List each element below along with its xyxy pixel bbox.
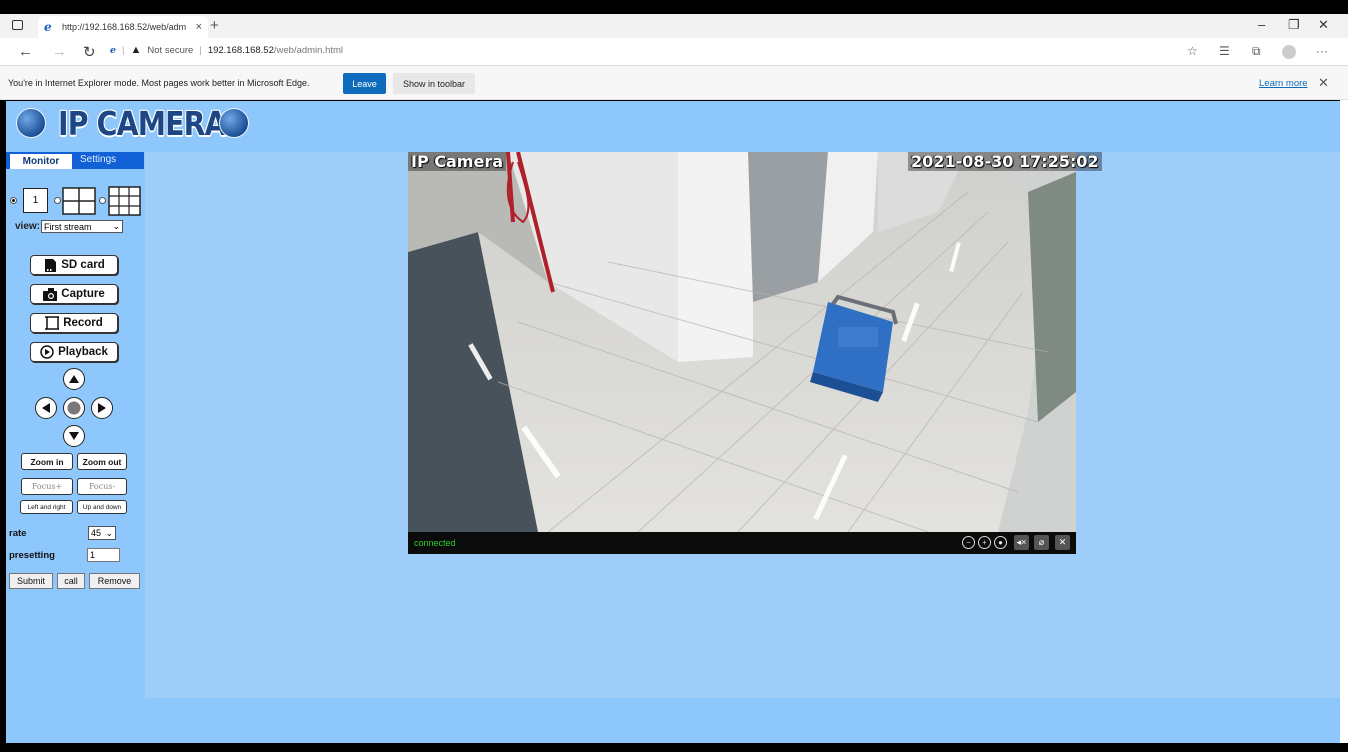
play-icon xyxy=(40,345,54,359)
focus-plus-button[interactable]: Focus+ xyxy=(21,478,73,495)
close-banner-icon[interactable]: ✕ xyxy=(1318,75,1329,91)
ptz-right-button[interactable] xyxy=(91,397,113,419)
sd-card-label: SD card xyxy=(61,259,105,271)
rate-value: 45 xyxy=(91,528,102,538)
tab-settings[interactable]: Settings xyxy=(80,154,116,165)
layout-radio-1[interactable] xyxy=(10,197,17,204)
layout-radio-9[interactable] xyxy=(99,197,106,204)
capture-label: Capture xyxy=(61,288,105,300)
refresh-icon[interactable]: ↻ xyxy=(83,43,96,61)
collections-icon[interactable]: ⧉ xyxy=(1252,44,1261,59)
new-tab-button[interactable]: + xyxy=(210,17,219,34)
focus-minus-button[interactable]: Focus- xyxy=(77,478,127,495)
arrow-right-icon xyxy=(98,403,106,413)
back-icon[interactable]: ← xyxy=(18,43,33,60)
minimize-button[interactable]: – xyxy=(1258,17,1265,32)
playback-button[interactable]: Playback xyxy=(30,342,118,362)
ie-icon: e xyxy=(44,20,52,34)
camera-image xyxy=(408,152,1076,532)
capture-button[interactable]: Capture xyxy=(30,284,118,304)
close-window-button[interactable]: ✕ xyxy=(1318,17,1329,33)
arrow-left-icon xyxy=(42,403,50,413)
ptz-stop-button[interactable] xyxy=(63,397,85,419)
tools-icon[interactable]: ✕ xyxy=(1055,535,1070,550)
address-bar: ← → ↻ e | ▲ Not secure | 192.168.168.52/… xyxy=(0,38,1348,66)
globe-icon xyxy=(16,108,46,138)
video-control-bar xyxy=(408,532,1076,554)
zoom-in-icon[interactable]: + xyxy=(978,536,991,549)
forward-icon[interactable]: → xyxy=(52,43,67,60)
view-select-value: First stream xyxy=(44,221,92,232)
osd-camera-name: IP Camera xyxy=(408,152,506,171)
more-icon[interactable]: ··· xyxy=(1316,44,1328,58)
read-aloud-icon[interactable]: ☆ xyxy=(1187,44,1198,58)
film-icon xyxy=(45,316,60,330)
profile-icon[interactable] xyxy=(1282,45,1296,59)
leave-button[interactable]: Leave xyxy=(343,73,386,94)
chevron-down-icon: ⌄ xyxy=(112,221,120,231)
call-button[interactable]: call xyxy=(57,573,85,589)
mic-off-icon[interactable]: ⌀ xyxy=(1034,535,1049,550)
rate-select[interactable]: 45 ⌄ xyxy=(88,526,116,540)
presetting-label: presetting xyxy=(9,550,55,561)
playback-label: Playback xyxy=(58,346,108,358)
ptz-up-button[interactable] xyxy=(63,368,85,390)
ie-mode-banner: You're in Internet Explorer mode. Most p… xyxy=(0,66,1348,100)
layout-single-icon[interactable]: 1 xyxy=(23,188,48,213)
top-bezel xyxy=(0,0,1348,14)
arrow-down-icon xyxy=(69,432,79,440)
left-and-right-button[interactable]: Left and right xyxy=(20,500,73,514)
ptz-down-button[interactable] xyxy=(63,425,85,447)
warning-icon: ▲ xyxy=(130,44,142,56)
url-host: 192.168.168.52 xyxy=(207,44,274,56)
url-field[interactable]: e | ▲ Not secure | 192.168.168.52/web/ad… xyxy=(110,44,343,56)
sd-card-button[interactable]: SD card xyxy=(30,255,118,275)
page-edge xyxy=(1340,100,1348,743)
video-feed[interactable] xyxy=(408,152,1076,532)
bottom-bezel xyxy=(0,743,1348,752)
show-in-toolbar-button[interactable]: Show in toolbar xyxy=(393,73,475,94)
arrow-up-icon xyxy=(69,375,79,383)
layout-radio-4[interactable] xyxy=(54,197,61,204)
layout-quad-icon[interactable] xyxy=(62,187,96,215)
sd-card-icon xyxy=(43,258,57,272)
tab-title: http://192.168.168.52/web/adm xyxy=(62,22,187,32)
browser-tab-strip: e http://192.168.168.52/web/adm × + – ❐ … xyxy=(0,14,1348,38)
favorites-icon[interactable]: ☰ xyxy=(1219,44,1230,58)
zoom-out-icon[interactable]: − xyxy=(962,536,975,549)
ie-mode-icon[interactable]: e xyxy=(110,45,116,56)
zoom-in-button[interactable]: Zoom in xyxy=(21,453,73,470)
tab-actions-icon[interactable] xyxy=(12,20,23,30)
tab-close-icon[interactable]: × xyxy=(196,21,202,33)
mute-icon[interactable]: ◂× xyxy=(1014,535,1029,550)
not-secure-label: Not secure xyxy=(147,44,194,56)
submit-button[interactable]: Submit xyxy=(9,573,53,589)
presetting-input[interactable]: 1 xyxy=(87,548,120,562)
rate-label: rate xyxy=(9,528,27,539)
learn-more-link[interactable]: Learn more xyxy=(1259,78,1308,89)
url-path: /web/admin.html xyxy=(273,44,344,56)
zoom-out-button[interactable]: Zoom out xyxy=(77,453,127,470)
globe-icon xyxy=(219,108,249,138)
layout-nine-icon[interactable] xyxy=(108,186,141,216)
connection-status: connected xyxy=(414,538,456,548)
camera-icon xyxy=(43,287,58,301)
tab-monitor[interactable]: Monitor xyxy=(10,154,72,169)
ptz-left-button[interactable] xyxy=(35,397,57,419)
logo-text: IP CAMERA xyxy=(58,104,227,143)
browser-tab[interactable]: e http://192.168.168.52/web/adm × xyxy=(38,16,208,38)
remove-button[interactable]: Remove xyxy=(89,573,140,589)
record-label: Record xyxy=(63,317,103,329)
view-select[interactable]: First stream ⌄ xyxy=(41,220,123,233)
ie-mode-message: You're in Internet Explorer mode. Most p… xyxy=(8,78,310,88)
chevron-down-icon: ⌄ xyxy=(105,527,113,538)
record-button[interactable]: Record xyxy=(30,313,118,333)
fullscreen-icon[interactable]: ● xyxy=(994,536,1007,549)
restore-button[interactable]: ❐ xyxy=(1288,17,1300,33)
stop-icon xyxy=(67,401,81,415)
view-label: view: xyxy=(15,221,41,232)
osd-timestamp: 2021-08-30 17:25:02 xyxy=(908,152,1102,171)
up-and-down-button[interactable]: Up and down xyxy=(77,500,127,514)
